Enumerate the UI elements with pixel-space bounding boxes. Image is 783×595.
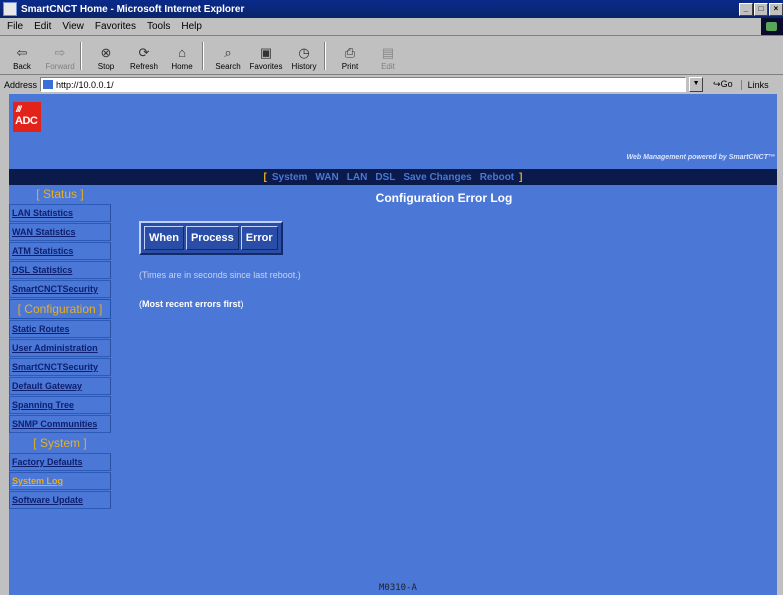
- sidebar-item-atm-statistics[interactable]: ATM Statistics: [9, 242, 111, 260]
- refresh-icon: ⟳: [138, 44, 150, 60]
- standard-toolbar: ⇦ Back ⇨ Forward ⊗ Stop ⟳ Refresh ⌂ Home ⌕ Search ▣ F…: [0, 36, 783, 75]
- sidebar-item-config-security[interactable]: SmartCNCTSecurity: [9, 358, 111, 376]
- error-log-table: When Process Error: [139, 221, 283, 255]
- address-dropdown-icon[interactable]: ▼: [689, 77, 704, 92]
- nav-bracket-open: [: [263, 171, 267, 183]
- home-icon: ⌂: [178, 45, 186, 60]
- toolbar-label: Home: [171, 62, 193, 71]
- home-button[interactable]: ⌂ Home: [166, 45, 198, 74]
- window-title: SmartCNCT Home - Microsoft Internet Expl…: [21, 3, 245, 15]
- history-button[interactable]: ◷ History: [288, 45, 320, 74]
- toolbar-label: Refresh: [129, 62, 158, 71]
- browser-window: SmartCNCT Home - Microsoft Internet Expl…: [0, 0, 783, 595]
- footer-code: M0310-A: [376, 582, 420, 594]
- sidebar-item-spanning-tree[interactable]: Spanning Tree: [9, 396, 111, 414]
- nav-link-dsl[interactable]: DSL: [375, 172, 395, 183]
- links-button[interactable]: Links: [740, 79, 769, 90]
- banner: /// ADC Web Management powered by SmartC…: [9, 94, 777, 169]
- powered-by-text: Web Management powered by SmartCNCT™: [626, 154, 775, 161]
- menu-file[interactable]: File: [7, 21, 23, 32]
- back-button[interactable]: ⇦ Back: [6, 45, 38, 74]
- address-label: Address: [4, 79, 38, 90]
- toolbar-label: Forward: [45, 62, 75, 71]
- times-note: (Times are in seconds since last reboot.…: [139, 270, 301, 280]
- minimize-icon[interactable]: _: [739, 2, 753, 16]
- forward-button[interactable]: ⇨ Forward: [44, 45, 76, 74]
- favorites-icon: ▣: [259, 44, 273, 60]
- toolbar-label: Search: [215, 62, 241, 71]
- address-input[interactable]: http://10.0.0.1/: [40, 77, 687, 92]
- sidebar-item-status-security[interactable]: SmartCNCTSecurity: [9, 280, 111, 298]
- toolbar-label: Edit: [381, 62, 395, 71]
- forward-arrow-icon: ⇨: [54, 44, 66, 60]
- nav-bracket-close: ]: [519, 171, 523, 183]
- print-icon: ⎙: [344, 44, 356, 60]
- search-button[interactable]: ⌕ Search: [212, 45, 244, 74]
- close-icon[interactable]: ×: [769, 2, 783, 16]
- history-icon: ◷: [298, 44, 310, 60]
- recent-errors-note: (Most recent errors first): [139, 299, 244, 309]
- address-value: http://10.0.0.1/: [56, 79, 114, 90]
- edit-button[interactable]: ▤ Edit: [372, 45, 404, 74]
- sidebar-item-software-update[interactable]: Software Update: [9, 491, 111, 509]
- toolbar-label: Favorites: [249, 62, 283, 71]
- column-header-error: Error: [240, 226, 278, 250]
- toolbar-label: Stop: [97, 62, 115, 71]
- sidebar-item-static-routes[interactable]: Static Routes: [9, 320, 111, 338]
- stop-button[interactable]: ⊗ Stop: [90, 45, 122, 74]
- nav-link-lan[interactable]: LAN: [347, 172, 368, 183]
- sidebar-item-snmp-communities[interactable]: SNMP Communities: [9, 415, 111, 433]
- sidebar-item-default-gateway[interactable]: Default Gateway: [9, 377, 111, 395]
- sidebar: [ Status ] LAN Statistics WAN Statistics…: [9, 185, 111, 510]
- print-button[interactable]: ⎙ Print: [334, 45, 366, 74]
- column-header-process: Process: [185, 226, 239, 250]
- toolbar-label: History: [291, 62, 317, 71]
- nav-link-wan[interactable]: WAN: [315, 172, 338, 183]
- maximize-icon[interactable]: □: [754, 2, 768, 16]
- address-bar: Address http://10.0.0.1/ ▼ ↪Go Links: [0, 76, 783, 93]
- menu-view[interactable]: View: [62, 21, 84, 32]
- nav-link-system[interactable]: System: [272, 172, 308, 183]
- edit-icon: ▤: [381, 44, 395, 60]
- title-bar: SmartCNCT Home - Microsoft Internet Expl…: [0, 0, 783, 18]
- ie-app-icon: [3, 2, 17, 16]
- sidebar-heading-system: [ System ]: [33, 436, 87, 450]
- nav-link-save-changes[interactable]: Save Changes: [403, 172, 471, 183]
- sidebar-item-user-administration[interactable]: User Administration: [9, 339, 111, 357]
- menu-bar: File Edit View Favorites Tools Help: [0, 18, 783, 36]
- menu-help[interactable]: Help: [181, 21, 202, 32]
- sidebar-item-lan-statistics[interactable]: LAN Statistics: [9, 204, 111, 222]
- page-title: Configuration Error Log: [375, 191, 513, 205]
- menu-favorites[interactable]: Favorites: [95, 21, 136, 32]
- page-icon: [43, 80, 54, 89]
- menu-edit[interactable]: Edit: [34, 21, 51, 32]
- favorites-button[interactable]: ▣ Favorites: [249, 44, 283, 74]
- windows-logo-icon: [761, 18, 783, 35]
- toolbar-separator: [80, 42, 82, 70]
- column-header-when: When: [144, 226, 184, 250]
- sidebar-item-factory-defaults[interactable]: Factory Defaults: [9, 453, 111, 471]
- sidebar-item-system-log[interactable]: System Log: [9, 472, 111, 490]
- refresh-button[interactable]: ⟳ Refresh: [128, 45, 160, 74]
- adc-logo: /// ADC: [13, 102, 41, 132]
- toolbar-separator: [324, 42, 326, 70]
- back-arrow-icon: ⇦: [16, 44, 28, 60]
- sidebar-item-wan-statistics[interactable]: WAN Statistics: [9, 223, 111, 241]
- go-button[interactable]: ↪Go: [709, 79, 737, 90]
- top-nav: [ System WAN LAN DSL Save Changes Reboot…: [9, 169, 777, 185]
- toolbar-label: Print: [341, 62, 359, 71]
- toolbar-separator: [202, 42, 204, 70]
- search-icon: ⌕: [224, 44, 232, 60]
- nav-link-reboot[interactable]: Reboot: [480, 172, 514, 183]
- sidebar-heading-configuration: [ Configuration ]: [9, 299, 111, 319]
- toolbar-label: Back: [13, 62, 31, 71]
- web-page: /// ADC Web Management powered by SmartC…: [9, 94, 777, 595]
- stop-icon: ⊗: [100, 44, 112, 60]
- sidebar-item-dsl-statistics[interactable]: DSL Statistics: [9, 261, 111, 279]
- menu-tools[interactable]: Tools: [147, 21, 170, 32]
- sidebar-heading-status: [ Status ]: [36, 187, 84, 201]
